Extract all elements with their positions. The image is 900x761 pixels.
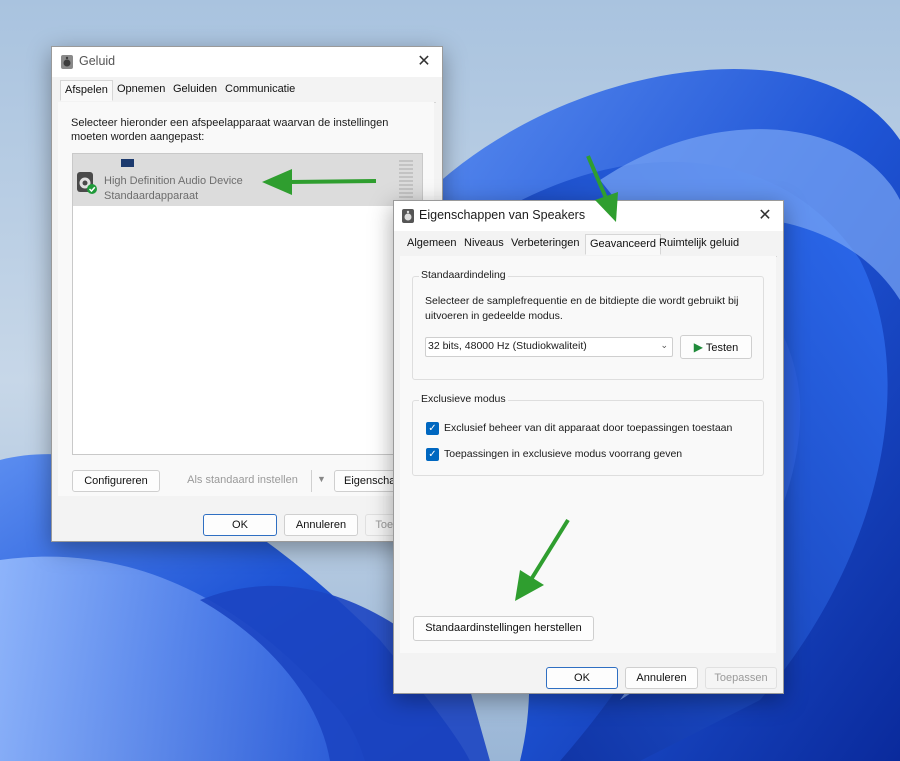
device-list[interactable]: High Definition Audio Device Standaardap… (72, 153, 423, 455)
monitor-icon (121, 159, 134, 167)
sound-tabs: Afspelen Opnemen Geluiden Communicatie (58, 80, 436, 103)
exclusive-control-label: Exclusief beheer van dit apparaat door t… (444, 422, 733, 434)
sample-rate-select[interactable]: 32 bits, 48000 Hz (Studiokwaliteit) ⌄ (425, 337, 673, 357)
default-format-group: Standaardindeling Selecteer de samplefre… (412, 269, 764, 380)
close-icon[interactable]: ✕ (410, 49, 438, 75)
speaker-apply-button[interactable]: Toepassen (705, 667, 777, 689)
chevron-down-icon: ⌄ (660, 340, 668, 350)
exclusive-mode-label: Exclusieve modus (419, 393, 508, 405)
sound-dialog-title: Geluid (79, 54, 116, 68)
speaker-properties-dialog: Eigenschappen van Speakers ✕ Algemeen Ni… (393, 200, 784, 694)
checkbox-checked-icon[interactable]: ✓ (426, 448, 439, 461)
device-status: Standaardapparaat (104, 190, 199, 202)
speaker-dialog-title: Eigenschappen van Speakers (419, 208, 586, 222)
tab-afspelen[interactable]: Afspelen (60, 80, 113, 101)
tab-communicatie[interactable]: Communicatie (225, 83, 295, 95)
tab-verbeteringen[interactable]: Verbeteringen (511, 237, 580, 249)
tab-algemeen[interactable]: Algemeen (407, 237, 457, 249)
playback-instruction: Selecteer hieronder een afspeelapparaat … (71, 117, 389, 143)
speaker-tabs: Algemeen Niveaus Verbeteringen Geavancee… (400, 234, 777, 257)
restore-defaults-button[interactable]: Standaardinstellingen herstellen (413, 616, 594, 641)
tab-geavanceerd[interactable]: Geavanceerd (585, 234, 662, 255)
exclusive-priority-label: Toepassingen in exclusieve modus voorran… (444, 448, 683, 460)
tab-geluiden[interactable]: Geluiden (173, 83, 217, 95)
tab-ruimtelijk-geluid[interactable]: Ruimtelijk geluid (659, 237, 739, 249)
volume-level-meter (399, 160, 413, 202)
default-format-description: Selecteer de samplefrequentie en de bitd… (425, 295, 739, 322)
test-button-label: Testen (705, 342, 739, 354)
device-list-item[interactable]: High Definition Audio Device Standaardap… (73, 154, 422, 206)
chevron-down-icon: ▼ (317, 474, 326, 484)
close-icon[interactable]: ✕ (751, 203, 779, 229)
play-icon: ▶ (693, 340, 703, 354)
set-default-button[interactable]: Als standaard instellen (175, 470, 310, 492)
advanced-panel: Standaardindeling Selecteer de samplefre… (400, 256, 776, 653)
speaker-icon (402, 209, 414, 223)
speaker-cancel-button[interactable]: Annuleren (625, 667, 698, 689)
default-format-label: Standaardindeling (419, 269, 508, 281)
speaker-ok-button[interactable]: OK (546, 667, 618, 689)
speaker-icon (61, 55, 73, 69)
tab-niveaus[interactable]: Niveaus (464, 237, 504, 249)
sound-cancel-button[interactable]: Annuleren (284, 514, 358, 536)
checkbox-checked-icon[interactable]: ✓ (426, 422, 439, 435)
sound-dialog-titlebar: Geluid ✕ (52, 47, 442, 77)
playback-panel: Selecteer hieronder een afspeelapparaat … (58, 102, 434, 496)
speaker-device-icon (77, 172, 97, 194)
set-default-dropdown[interactable]: ▼ (311, 470, 332, 492)
sound-dialog: Geluid ✕ Afspelen Opnemen Geluiden Commu… (51, 46, 443, 542)
test-button[interactable]: ▶ Testen (680, 335, 752, 359)
device-name: High Definition Audio Device (104, 175, 243, 187)
configure-button[interactable]: Configureren (72, 470, 160, 492)
exclusive-mode-group: Exclusieve modus ✓ Exclusief beheer van … (412, 393, 764, 476)
speaker-dialog-titlebar: Eigenschappen van Speakers ✕ (394, 201, 783, 231)
sound-ok-button[interactable]: OK (203, 514, 277, 536)
sample-rate-value: 32 bits, 48000 Hz (Studiokwaliteit) (428, 340, 587, 352)
tab-opnemen[interactable]: Opnemen (117, 83, 165, 95)
